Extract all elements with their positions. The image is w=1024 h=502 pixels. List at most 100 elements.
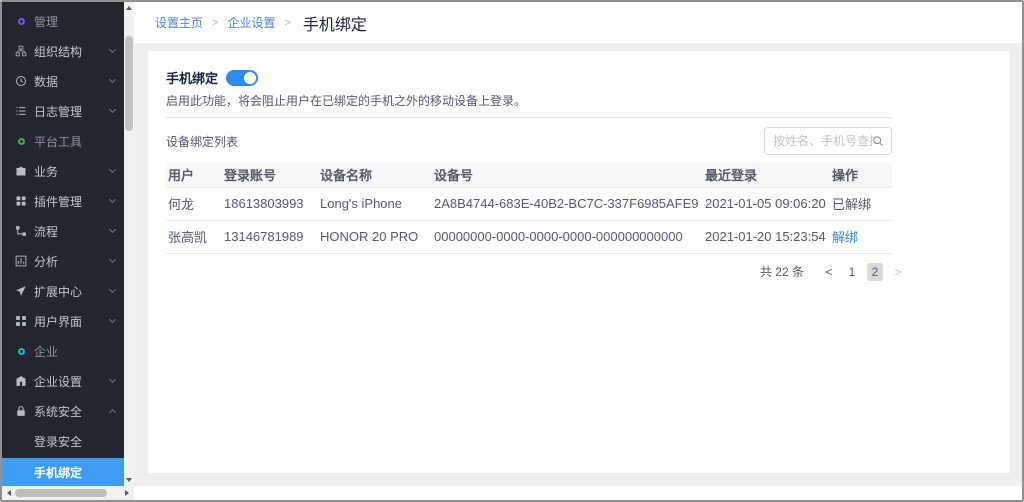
- cell-user: 何龙: [166, 187, 222, 221]
- scroll-right-arrow-icon[interactable]: [123, 490, 131, 496]
- page-title: 手机绑定: [302, 16, 367, 34]
- sidebar-item-label: 系统安全: [34, 404, 83, 419]
- chevron-up-icon: [108, 408, 117, 417]
- main-row: 管理 组织结构 数据 日志管理 平台工具 业务 插件管理 流程 分析 扩展中心 …: [2, 2, 1022, 486]
- cell-account: 13146781989: [222, 220, 318, 254]
- scroll-left-arrow-icon[interactable]: [5, 490, 13, 496]
- chevron-down-icon: [108, 375, 117, 384]
- cell-account: 18613803993: [222, 187, 318, 221]
- sidebar-item-label: 组织结构: [34, 44, 83, 59]
- building-icon: [15, 375, 27, 387]
- chevron-down-icon: [108, 225, 117, 234]
- sidebar-item-plugin-management[interactable]: 插件管理: [2, 186, 124, 216]
- vertical-scrollbar-thumb[interactable]: [125, 36, 133, 131]
- layout-grid-icon: [15, 315, 27, 327]
- chevron-down-icon: [108, 315, 117, 324]
- table-header-row: 用户 登录账号 设备名称 设备号 最近登录 操作: [166, 162, 892, 188]
- cell-device-name: Long's iPhone: [318, 187, 432, 221]
- sidebar-item-enterprise-settings[interactable]: 企业设置: [2, 366, 124, 396]
- chevron-down-icon: [108, 195, 117, 204]
- send-icon: [15, 285, 27, 297]
- sidebar-item-label: 流程: [34, 224, 59, 239]
- content-card: 手机绑定 启用此功能，将会阻止用户在已绑定的手机之外的移动设备上登录。 设备绑定…: [148, 51, 1010, 473]
- sidebar-item-workflow[interactable]: 流程: [2, 216, 124, 246]
- sidebar-item-extension-center[interactable]: 扩展中心: [2, 276, 124, 306]
- clock-icon: [15, 75, 27, 87]
- cell-last-login: 2021-01-05 09:06:20: [703, 187, 830, 221]
- unbind-link[interactable]: 解绑: [832, 230, 858, 245]
- lock-icon: [15, 405, 27, 417]
- phone-binding-label: 手机绑定: [166, 71, 219, 86]
- pagination-total: 共 22 条: [759, 265, 804, 279]
- phone-binding-description: 启用此功能，将会阻止用户在已绑定的手机之外的移动设备上登录。: [166, 94, 527, 108]
- sidebar-item-label: 登录安全: [34, 434, 83, 449]
- device-list-header: 设备绑定列表: [166, 126, 892, 156]
- sidebar-item-label: 数据: [34, 74, 59, 89]
- column-header-user: 用户: [166, 162, 222, 188]
- scroll-up-arrow-icon[interactable]: [124, 2, 134, 14]
- sidebar-item-label: 分析: [34, 254, 59, 269]
- sidebar-item-analysis[interactable]: 分析: [2, 246, 124, 276]
- sidebar-vertical-scrollbar: [124, 2, 134, 486]
- cell-device-id: 2A8B4744-683E-40B2-BC7C-337F6985AFE9: [432, 187, 703, 221]
- sidebar-item-log-management[interactable]: 日志管理: [2, 96, 124, 126]
- cell-device-id: 00000000-0000-0000-0000-000000000000: [432, 220, 703, 254]
- circle-icon: [15, 135, 27, 147]
- sidebar-section-enterprise[interactable]: 企业: [2, 336, 124, 366]
- phone-binding-toggle[interactable]: [226, 69, 259, 86]
- divider: [166, 117, 892, 118]
- pagination: 共 22 条 < 1 2 >: [166, 262, 906, 281]
- sidebar-section-management[interactable]: 管理: [2, 6, 124, 36]
- breadcrumb-link-enterprise-settings[interactable]: 企业设置: [227, 14, 275, 31]
- status-unbound: 已解绑: [832, 197, 872, 212]
- sidebar-item-system-security[interactable]: 系统安全: [2, 396, 124, 426]
- sidebar-item-business[interactable]: 业务: [2, 156, 124, 186]
- bottom-filler: [134, 486, 1022, 500]
- sidebar-subitem-phone-binding[interactable]: 手机绑定: [2, 458, 124, 486]
- column-header-device-name: 设备名称: [318, 162, 432, 188]
- breadcrumb: 设置主页 > 企业设置 > 手机绑定: [134, 2, 1022, 43]
- sidebar-item-label: 用户界面: [34, 314, 83, 329]
- sidebar-item-label: 业务: [34, 164, 59, 179]
- breadcrumb-link-settings-home[interactable]: 设置主页: [155, 14, 203, 31]
- cell-last-login: 2021-01-20 15:23:54: [703, 220, 830, 254]
- device-binding-table: 用户 登录账号 设备名称 设备号 最近登录 操作 何龙 18613803993 …: [166, 162, 892, 254]
- sidebar-item-data[interactable]: 数据: [2, 66, 124, 96]
- sidebar-item-label: 平台工具: [34, 134, 83, 149]
- cell-device-name: HONOR 20 PRO: [318, 220, 432, 254]
- chevron-down-icon: [108, 45, 117, 54]
- grid-icon: [15, 195, 27, 207]
- sidebar-item-label: 企业设置: [34, 374, 83, 389]
- pagination-prev-button[interactable]: <: [821, 263, 837, 281]
- cell-user: 张高凯: [166, 220, 222, 254]
- sidebar-item-label: 扩展中心: [34, 284, 83, 299]
- sidebar-item-user-interface[interactable]: 用户界面: [2, 306, 124, 336]
- sitemap-icon: [15, 45, 27, 57]
- pagination-page-1-button[interactable]: 1: [844, 263, 860, 281]
- sidebar-item-org-structure[interactable]: 组织结构: [2, 36, 124, 66]
- user-search-input[interactable]: [773, 134, 872, 148]
- sidebar-section-platform-tools[interactable]: 平台工具: [2, 126, 124, 156]
- list-icon: [15, 105, 27, 117]
- chevron-down-icon: [108, 285, 117, 294]
- search-icon: [872, 135, 884, 147]
- device-list-title: 设备绑定列表: [166, 134, 239, 149]
- sidebar: 管理 组织结构 数据 日志管理 平台工具 业务 插件管理 流程 分析 扩展中心 …: [2, 2, 124, 486]
- window: 管理 组织结构 数据 日志管理 平台工具 业务 插件管理 流程 分析 扩展中心 …: [0, 0, 1024, 502]
- scroll-down-arrow-icon[interactable]: [124, 474, 134, 486]
- breadcrumb-separator: >: [284, 16, 291, 29]
- chevron-down-icon: [108, 75, 117, 84]
- table-row: 张高凯 13146781989 HONOR 20 PRO 00000000-00…: [166, 220, 892, 254]
- sidebar-item-label: 日志管理: [34, 104, 83, 119]
- sidebar-item-label: 管理: [34, 14, 59, 29]
- content-area: 设置主页 > 企业设置 > 手机绑定 手机绑定 启用此功能，将会阻止用户在已绑定…: [134, 2, 1022, 486]
- sidebar-subitem-login-security[interactable]: 登录安全: [2, 426, 124, 456]
- pagination-next-button[interactable]: >: [890, 263, 906, 281]
- chart-icon: [15, 255, 27, 267]
- column-header-account: 登录账号: [222, 162, 318, 188]
- phone-binding-toggle-row: 手机绑定: [166, 68, 892, 87]
- sidebar-horizontal-scrollbar: [2, 486, 134, 500]
- sidebar-item-label: 插件管理: [34, 194, 83, 209]
- horizontal-scrollbar-thumb[interactable]: [15, 489, 107, 497]
- pagination-page-2-button[interactable]: 2: [867, 262, 883, 281]
